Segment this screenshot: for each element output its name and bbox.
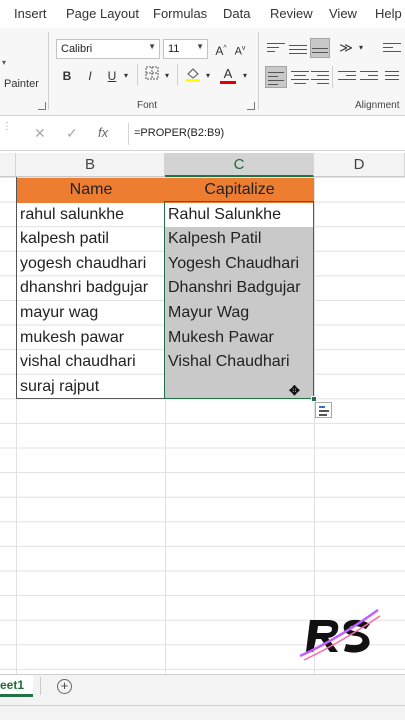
- cell-b6[interactable]: mayur wag: [17, 301, 165, 326]
- tab-review[interactable]: Review: [270, 6, 313, 21]
- font-color-swatch: [220, 81, 236, 84]
- cell-cursor-icon: ✥: [289, 383, 300, 398]
- decrease-font-button[interactable]: Av: [232, 39, 248, 59]
- align-middle-icon[interactable]: [289, 40, 307, 58]
- ribbon-tabs: Insert Page Layout Formulas Data Review …: [0, 0, 405, 28]
- rs-logo: [299, 608, 381, 661]
- column-header-c[interactable]: C: [165, 153, 314, 177]
- cell-c6[interactable]: Mayur Wag: [165, 301, 313, 326]
- tab-insert[interactable]: Insert: [14, 6, 47, 21]
- formula-divider: [128, 123, 129, 145]
- column-header-d[interactable]: D: [314, 153, 405, 177]
- cell-b9[interactable]: suraj rajput: [17, 375, 165, 400]
- spreadsheet-grid[interactable]: Name Capitalize rahul salunkhe kalpesh p…: [0, 177, 405, 674]
- font-name-value: Calibri: [61, 43, 93, 55]
- ribbon-divider: [332, 66, 333, 88]
- font-group-label: Font: [137, 100, 158, 111]
- align-right-icon[interactable]: [311, 68, 329, 86]
- merge-center-icon[interactable]: [385, 68, 399, 86]
- chevron-down-icon[interactable]: ▾: [121, 66, 131, 86]
- cell-b8[interactable]: vishal chaudhari: [17, 350, 165, 375]
- column-header-b[interactable]: B: [16, 153, 165, 177]
- chevron-down-icon[interactable]: ▾: [162, 66, 172, 86]
- clipboard-launcher-icon[interactable]: [38, 102, 46, 110]
- align-center-icon[interactable]: [291, 68, 309, 86]
- chevron-down-icon[interactable]: ▾: [203, 66, 213, 86]
- enter-icon[interactable]: ✓: [66, 125, 78, 142]
- cell-c1[interactable]: Capitalize: [165, 178, 314, 203]
- fill-color-icon[interactable]: [183, 66, 203, 86]
- tab-formulas[interactable]: Formulas: [153, 6, 207, 21]
- chevron-down-icon: ▼: [148, 42, 156, 51]
- sheet-tab-bar: eet1 +: [0, 674, 405, 720]
- chevron-down-icon[interactable]: ▾: [2, 58, 6, 67]
- ribbon-divider: [177, 64, 178, 86]
- align-top-icon[interactable]: [267, 40, 285, 58]
- increase-indent-icon[interactable]: [360, 68, 378, 86]
- italic-button[interactable]: I: [81, 66, 99, 86]
- cell-c8[interactable]: Vishal Chaudhari: [165, 350, 313, 375]
- increase-font-button[interactable]: A^: [213, 39, 229, 59]
- align-left-icon[interactable]: [265, 66, 287, 88]
- cell-b4[interactable]: yogesh chaudhari: [17, 252, 165, 277]
- underline-button[interactable]: U: [103, 66, 121, 86]
- status-divider: [0, 705, 405, 706]
- quick-analysis-icon[interactable]: [315, 402, 332, 418]
- cell-b2[interactable]: rahul salunkhe: [17, 203, 165, 228]
- chevron-down-icon[interactable]: ▾: [356, 38, 366, 58]
- ribbon: ▾ Painter Calibri ▼ 11 ▼ A^ Av B I U ▾ ▾…: [0, 28, 405, 116]
- font-name-select[interactable]: Calibri ▼: [56, 39, 160, 59]
- orientation-icon[interactable]: ≫: [337, 38, 355, 58]
- font-size-select[interactable]: 11 ▼: [163, 39, 208, 59]
- ribbon-divider: [137, 64, 138, 86]
- decrease-indent-icon[interactable]: [338, 68, 356, 86]
- ribbon-divider: [258, 32, 259, 110]
- cell-c3[interactable]: Kalpesh Patil: [165, 227, 313, 252]
- sheet-tab-sheet1[interactable]: eet1: [0, 675, 33, 697]
- insert-function-icon[interactable]: fx: [98, 125, 108, 140]
- corner-header[interactable]: [0, 153, 16, 177]
- tab-divider: [40, 677, 41, 695]
- borders-icon[interactable]: [143, 66, 161, 86]
- chevron-down-icon[interactable]: ▾: [240, 66, 250, 86]
- align-bottom-icon[interactable]: [310, 38, 330, 58]
- cell-b3[interactable]: kalpesh patil: [17, 227, 165, 252]
- cell-b1[interactable]: Name: [17, 178, 165, 203]
- tab-page-layout[interactable]: Page Layout: [66, 6, 139, 21]
- tab-view[interactable]: View: [329, 6, 357, 21]
- chevron-down-icon: ▼: [196, 42, 204, 51]
- cell-c4[interactable]: Yogesh Chaudhari: [165, 251, 313, 277]
- tab-help[interactable]: Help: [375, 6, 402, 21]
- cell-c7[interactable]: Mukesh Pawar: [165, 325, 313, 351]
- cell-b7[interactable]: mukesh pawar: [17, 326, 165, 351]
- formula-input[interactable]: =PROPER(B2:B9): [134, 127, 224, 139]
- cell-b5[interactable]: dhanshri badgujar: [17, 276, 165, 301]
- cancel-icon[interactable]: ✕: [34, 125, 46, 142]
- wrap-text-icon[interactable]: [383, 40, 401, 58]
- tab-data[interactable]: Data: [223, 6, 250, 21]
- bold-button[interactable]: B: [58, 66, 76, 86]
- alignment-group-label: Alignment: [355, 100, 400, 111]
- font-launcher-icon[interactable]: [247, 102, 255, 110]
- ribbon-divider: [48, 32, 49, 110]
- add-sheet-icon[interactable]: +: [57, 679, 72, 694]
- font-size-value: 11: [168, 43, 180, 55]
- font-color-button[interactable]: A: [219, 64, 237, 84]
- format-painter-label[interactable]: Painter: [4, 78, 39, 90]
- cell-c5[interactable]: Dhanshri Badgujar: [165, 276, 313, 301]
- cell-c2[interactable]: Rahul Salunkhe: [165, 202, 313, 228]
- decrease-font-label: A: [234, 45, 242, 58]
- formula-bar: ⋮ ✕ ✓ fx =PROPER(B2:B9): [0, 117, 405, 151]
- more-icon[interactable]: ⋮: [2, 121, 12, 132]
- font-color-letter: A: [223, 66, 233, 81]
